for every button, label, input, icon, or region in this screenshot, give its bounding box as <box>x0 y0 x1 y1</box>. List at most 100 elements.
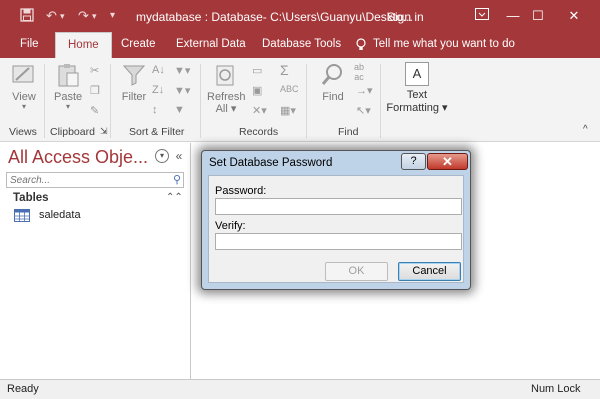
nav-menu-dropdown-icon[interactable]: ▾ <box>155 149 169 163</box>
set-password-dialog: Set Database Password ? ✕ Password: Veri… <box>201 150 471 290</box>
redo-icon[interactable]: ↷ <box>78 8 89 24</box>
filter-icon <box>122 65 146 86</box>
tell-me-icon <box>355 38 367 54</box>
nav-pane-title[interactable]: All Access Obje... <box>8 147 148 168</box>
title-bar: ↶ ▾ ↷ ▾ ▾ mydatabase : Database- C:\User… <box>0 0 600 32</box>
group-label-records: Records <box>239 126 279 138</box>
navigation-pane: All Access Obje... ▾ « ⚲ Tables ⌃⌃ saled… <box>0 143 191 379</box>
tell-me-box[interactable]: Tell me what you want to do <box>373 38 515 50</box>
cancel-button[interactable]: Cancel <box>398 262 461 281</box>
dialog-close-button[interactable]: ✕ <box>427 153 468 170</box>
close-icon[interactable]: ✕ <box>562 6 586 26</box>
view-icon <box>12 65 34 83</box>
tab-database-tools[interactable]: Database Tools <box>262 38 341 50</box>
minimize-icon[interactable]: — <box>501 6 525 26</box>
new-record-icon[interactable]: ▭ <box>252 64 262 77</box>
nav-search-input[interactable] <box>7 173 167 187</box>
save-record-icon[interactable]: ▣ <box>252 84 262 97</box>
restore-icon[interactable]: ☐ <box>526 6 550 26</box>
cut-icon[interactable]: ✂ <box>90 64 99 77</box>
refresh-icon <box>216 65 234 86</box>
view-button[interactable]: View ▾ <box>10 62 38 111</box>
tab-external-data[interactable]: External Data <box>176 38 246 50</box>
group-separator <box>306 64 307 138</box>
select-icon[interactable]: ↖▾ <box>356 104 371 117</box>
text-formatting-label2: Formatting <box>386 102 439 114</box>
undo-icon[interactable]: ↶ <box>46 8 57 24</box>
selection-filter-icon[interactable]: ▼▾ <box>174 64 190 77</box>
spelling-icon[interactable]: ABC <box>280 84 299 94</box>
table-icon <box>14 209 30 222</box>
verify-label: Verify: <box>215 220 246 232</box>
refresh-all-label: All <box>215 103 228 115</box>
advanced-filter-icon[interactable]: ▼▾ <box>174 84 190 97</box>
find-button[interactable]: Find <box>318 62 348 103</box>
go-to-icon[interactable]: →▾ <box>356 84 373 97</box>
remove-sort-icon[interactable]: ↕ <box>152 104 158 116</box>
collapse-ribbon-icon[interactable]: ^ <box>583 124 588 135</box>
password-label: Password: <box>215 185 267 197</box>
save-icon[interactable] <box>20 8 34 25</box>
group-separator <box>380 64 381 138</box>
tab-file[interactable]: File <box>20 38 39 50</box>
nav-search-box: ⚲ <box>6 172 184 188</box>
replace-icon[interactable]: ab ac <box>354 62 364 82</box>
text-formatting-button[interactable]: A Text Formatting ▾ <box>385 62 449 114</box>
ribbon-display-options-icon[interactable] <box>470 6 494 26</box>
group-separator <box>200 64 201 138</box>
find-icon <box>321 64 342 85</box>
ok-button[interactable]: OK <box>325 262 388 281</box>
verify-field[interactable] <box>215 233 462 250</box>
paste-dropdown-icon: ▾ <box>65 102 70 111</box>
ribbon-tabs: File Home Create External Data Database … <box>0 32 600 58</box>
view-dropdown-icon: ▾ <box>21 102 26 111</box>
search-icon[interactable]: ⚲ <box>173 173 181 186</box>
sign-in-link[interactable]: Sign in <box>387 10 424 24</box>
nav-group-header-tables[interactable]: Tables <box>13 192 49 204</box>
clipboard-launcher-icon[interactable]: ⇲ <box>100 126 108 137</box>
sort-ascending-icon[interactable]: A↓ <box>152 64 165 76</box>
dialog-body: Password: Verify: OK Cancel <box>208 175 464 283</box>
window-title: mydatabase : Database- C:\Users\Guanyu\D… <box>136 10 413 24</box>
paste-button[interactable]: Paste ▾ <box>54 62 82 111</box>
refresh-label: Refresh <box>207 91 246 103</box>
tab-home[interactable]: Home <box>55 32 112 58</box>
verify-input[interactable] <box>216 234 461 249</box>
text-formatting-icon: A <box>405 62 429 86</box>
group-separator <box>44 64 45 138</box>
status-text: Ready <box>7 383 39 395</box>
nav-item-saledata[interactable]: saledata <box>14 208 184 224</box>
filter-label: Filter <box>121 91 147 103</box>
group-label-clipboard: Clipboard <box>50 126 95 138</box>
format-painter-icon[interactable]: ✎ <box>90 104 99 117</box>
nav-item-label: saledata <box>39 209 81 221</box>
redo-dropdown-icon[interactable]: ▾ <box>92 11 97 22</box>
password-field[interactable] <box>215 198 462 215</box>
refresh-all-button[interactable]: Refresh All ▾ <box>207 62 246 115</box>
group-label-views: Views <box>9 126 37 138</box>
collapse-group-icon[interactable]: ⌃⌃ <box>166 192 183 203</box>
paste-icon <box>58 64 79 87</box>
delete-record-icon[interactable]: ✕▾ <box>252 104 267 117</box>
group-label-sort-filter: Sort & Filter <box>129 126 185 138</box>
group-separator <box>110 64 111 138</box>
copy-icon[interactable]: ❐ <box>90 84 100 97</box>
toggle-filter-icon[interactable]: ▼ <box>174 104 185 116</box>
help-button[interactable]: ? <box>401 153 426 170</box>
more-records-icon[interactable]: ▦▾ <box>280 104 296 117</box>
group-label-find: Find <box>338 126 359 138</box>
dialog-title: Set Database Password <box>209 157 333 169</box>
password-input[interactable] <box>216 199 461 214</box>
status-bar: Ready Num Lock <box>0 379 600 399</box>
sort-descending-icon[interactable]: Z↓ <box>152 84 164 96</box>
totals-icon[interactable]: Σ <box>280 62 289 78</box>
filter-button[interactable]: Filter <box>120 62 148 103</box>
tab-create[interactable]: Create <box>121 38 156 50</box>
shutter-bar-close-icon[interactable]: « <box>172 149 186 163</box>
find-label: Find <box>322 91 344 103</box>
undo-dropdown-icon[interactable]: ▾ <box>60 11 65 22</box>
num-lock-indicator: Num Lock <box>531 383 581 395</box>
ribbon: View ▾ Paste ▾ ✂ ❐ ✎ Filter A↓ Z↓ ↕ ▼▾ ▼… <box>0 58 600 142</box>
text-formatting-label: Text <box>406 89 428 101</box>
customize-qat-icon[interactable]: ▾ <box>110 10 115 21</box>
